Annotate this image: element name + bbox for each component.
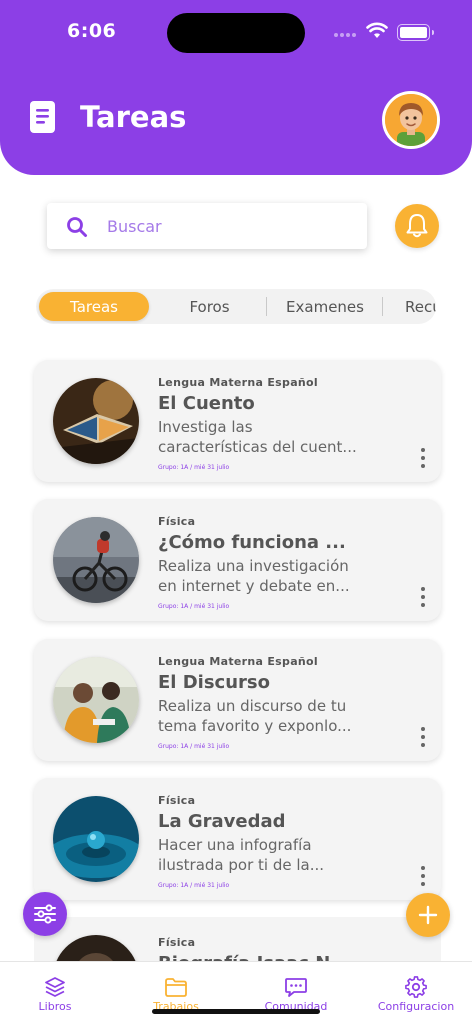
task-card[interactable]: Física ¿Cómo funciona ... Realiza una in… (34, 499, 441, 621)
battery-icon (397, 24, 434, 41)
status-time: 6:06 (67, 20, 117, 42)
task-card[interactable]: Lengua Materna Español El Discurso Reali… (34, 639, 441, 761)
task-description-line: Realiza una investigación (158, 557, 349, 575)
search-bar[interactable] (47, 203, 367, 249)
task-card[interactable]: Física La Gravedad Hacer una infografía … (34, 778, 441, 900)
tab-examenes[interactable]: Examenes (270, 289, 380, 324)
signal-dots-icon (334, 33, 356, 37)
tab-divider (266, 297, 267, 316)
gear-icon (405, 976, 427, 998)
wifi-icon (366, 22, 388, 38)
task-thumbnail-image (53, 796, 139, 882)
tab-foros[interactable]: Foros (158, 289, 261, 324)
nav-libros[interactable]: Libros (0, 976, 110, 1013)
tab-recu[interactable]: Recu (385, 289, 436, 324)
task-description-line: Hacer una infografía (158, 836, 312, 854)
task-description: Realiza un discurso de tu tema favorito … (158, 696, 363, 736)
task-description-line: Realiza un discurso de tu (158, 697, 347, 715)
sliders-icon (34, 904, 56, 924)
nav-label: Configuracion (377, 1000, 455, 1013)
task-title: El Discurso (158, 672, 270, 693)
task-meta: Grupo: 1A / mié 31 julio (158, 743, 230, 750)
user-avatar[interactable] (382, 91, 440, 149)
task-description-line: tema favorito y exponlo... (158, 717, 352, 735)
tab-tareas[interactable]: Tareas (39, 292, 149, 321)
task-description: Investiga las características del cuent.… (158, 417, 363, 457)
more-options-icon[interactable] (418, 448, 428, 468)
task-meta: Grupo: 1A / mié 31 julio (158, 882, 230, 889)
task-subject: Lengua Materna Español (158, 376, 318, 389)
filter-button[interactable] (23, 892, 67, 936)
more-options-icon[interactable] (418, 587, 428, 607)
task-title: El Cuento (158, 393, 255, 414)
task-description-line: características del cuent... (158, 438, 357, 456)
dynamic-island (167, 13, 305, 53)
search-input[interactable] (107, 213, 347, 239)
task-thumbnail-image (53, 378, 139, 464)
task-thumbnail-image (53, 517, 139, 603)
task-description-line: Investiga las (158, 418, 253, 436)
plus-icon (418, 905, 438, 925)
task-meta: Grupo: 1A / mié 31 julio (158, 603, 230, 610)
task-card[interactable]: Lengua Materna Español El Cuento Investi… (34, 360, 441, 482)
task-title: ¿Cómo funciona ... (158, 532, 346, 553)
task-description: Hacer una infografía ilustrada por ti de… (158, 835, 363, 875)
task-meta: Grupo: 1A / mié 31 julio (158, 464, 230, 471)
task-description-line: ilustrada por ti de la... (158, 856, 325, 874)
page-title: Tareas (80, 100, 187, 134)
category-tabs: Tareas Foros Examenes Recu (36, 289, 436, 324)
task-thumbnail-image (53, 657, 139, 743)
nav-trabajos[interactable]: Trabajos (121, 976, 231, 1013)
task-subject: Física (158, 936, 196, 949)
home-indicator (152, 1009, 320, 1014)
notifications-button[interactable] (395, 204, 439, 248)
app-header: 6:06 Tareas (0, 0, 472, 175)
task-title: La Gravedad (158, 811, 286, 832)
search-icon (67, 217, 87, 237)
document-icon (30, 101, 55, 133)
nav-comunidad[interactable]: Comunidad (241, 976, 351, 1013)
task-description-line: en internet y debate en... (158, 577, 350, 595)
nav-configuracion[interactable]: Configuracion (361, 976, 471, 1013)
avatar-character-icon (385, 94, 437, 146)
task-subject: Lengua Materna Español (158, 655, 318, 668)
add-button[interactable] (406, 893, 450, 937)
task-subject: Física (158, 794, 196, 807)
more-options-icon[interactable] (418, 866, 428, 886)
tab-divider (382, 297, 383, 316)
more-options-icon[interactable] (418, 727, 428, 747)
task-description: Realiza una investigación en internet y … (158, 556, 363, 596)
chat-icon (285, 978, 307, 997)
layers-icon (45, 977, 65, 997)
bell-icon (406, 214, 428, 238)
folder-icon (165, 978, 187, 997)
task-subject: Física (158, 515, 196, 528)
bottom-navigation: Libros Trabajos Comunidad Configuracion (0, 961, 472, 1024)
nav-label: Libros (38, 1000, 72, 1013)
